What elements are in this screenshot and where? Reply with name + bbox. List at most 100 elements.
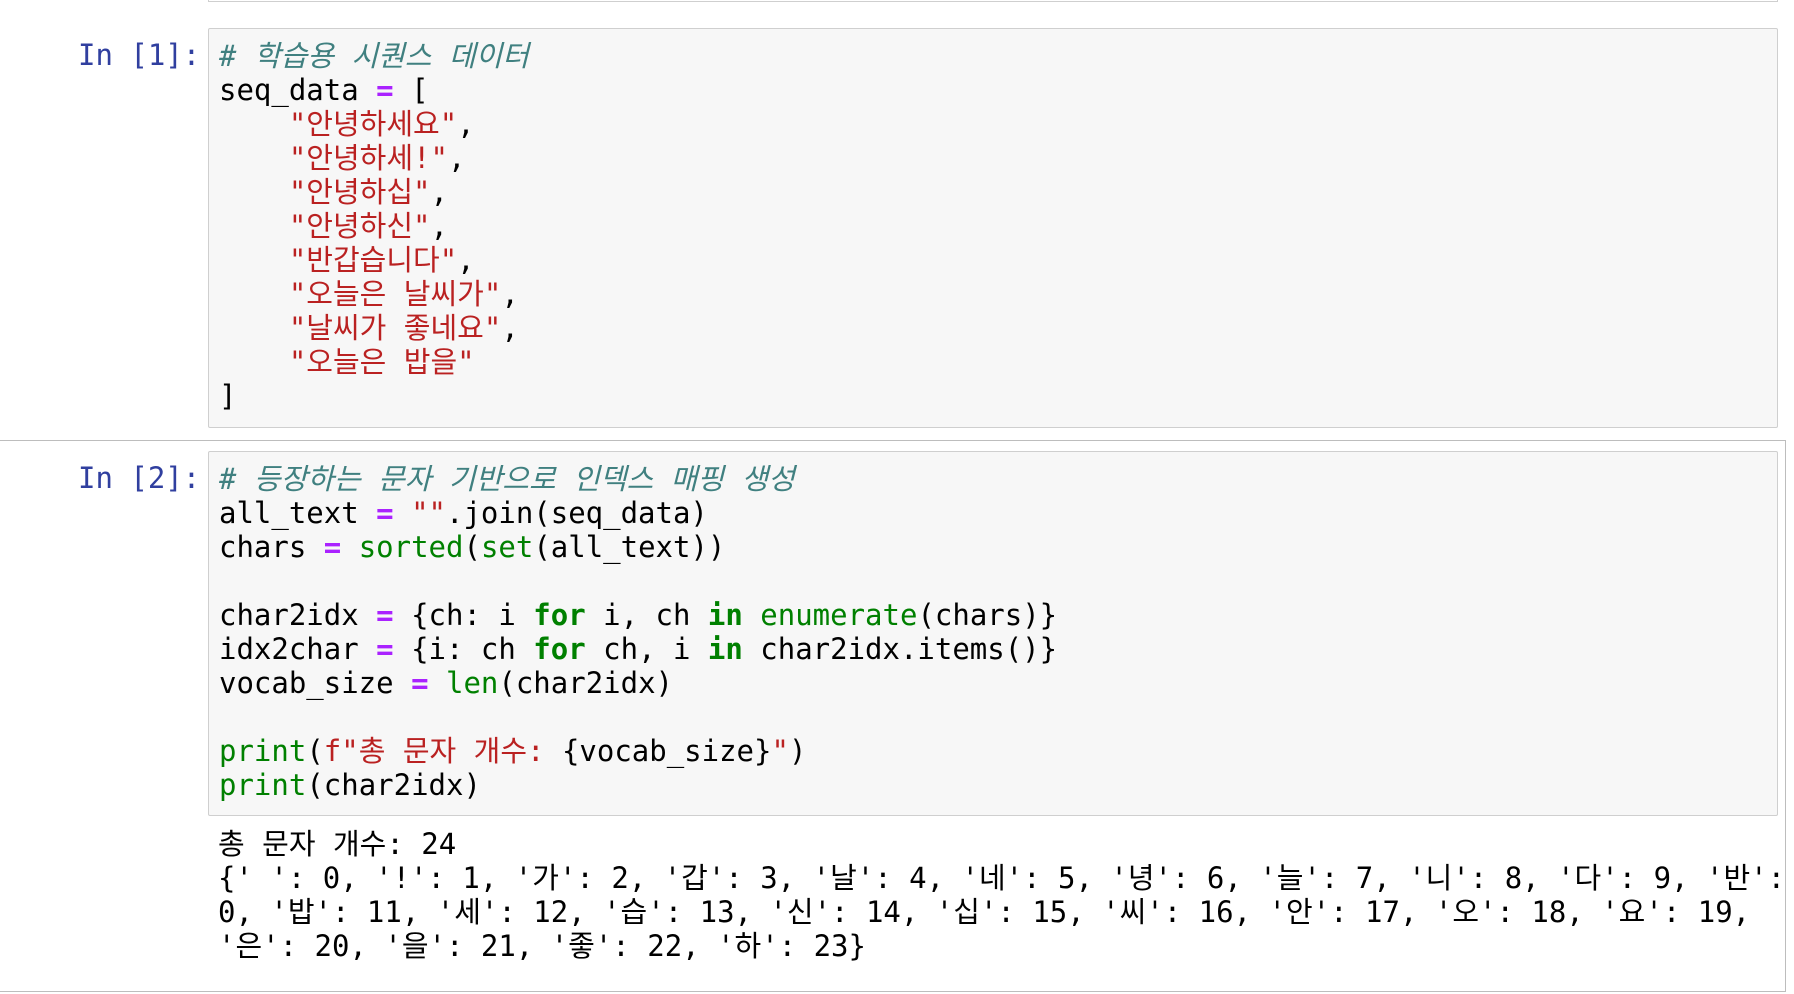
code-token: ,	[447, 141, 466, 175]
code-token: for	[533, 598, 586, 632]
code-token: ,	[501, 277, 519, 311]
code-token: in	[707, 632, 743, 666]
output-line: 0, '밥': 11, '세': 12, '습': 13, '신': 14, '…	[218, 895, 1751, 929]
code-line: ]	[219, 379, 1777, 413]
code-token: {vocab_size}	[561, 734, 772, 768]
code-token: {ch: i	[393, 598, 534, 632]
code-token: seq_data	[219, 73, 377, 107]
code-line: "반갑습니다",	[219, 243, 1777, 277]
output-line: '은': 20, '을': 21, '좋': 22, '하': 23}	[218, 929, 866, 963]
code-token: char2idx.items()}	[742, 632, 1058, 666]
code-line: print(char2idx)	[219, 768, 1777, 802]
code-line: "안녕하신",	[219, 209, 1777, 243]
code-token: ch, i	[585, 632, 708, 666]
code-token: =	[376, 73, 394, 107]
code-token: enumerate	[760, 598, 918, 632]
code-token: idx2char	[219, 632, 377, 666]
cell-2-prompt: In [2]:	[78, 461, 201, 495]
code-token: "	[771, 734, 789, 768]
cell-2-code-input[interactable]: # 등장하는 문자 기반으로 인덱스 매핑 생성 all_text = "".jo…	[208, 451, 1778, 816]
code-token: (	[463, 530, 481, 564]
code-token: =	[376, 598, 394, 632]
code-token: ,	[501, 311, 519, 345]
code-line: seq_data = [	[219, 73, 1777, 107]
code-token: len	[446, 666, 499, 700]
code-line: idx2char = {i: ch for ch, i in char2idx.…	[219, 632, 1777, 666]
cell-1-prompt: In [1]:	[78, 38, 201, 72]
output-line: 총 문자 개수: 24	[218, 827, 457, 861]
code-token: print	[219, 768, 307, 802]
code-token: f"총 문자 개수:	[323, 734, 562, 768]
code-token: for	[533, 632, 586, 666]
code-token: set	[480, 530, 534, 564]
output-line: {' ': 0, '!': 1, '가': 2, '갑': 3, '날': 4,…	[218, 861, 1794, 895]
code-line: "오늘은 날씨가",	[219, 277, 1777, 311]
code-line: vocab_size = len(char2idx)	[219, 666, 1777, 700]
code-token: .join(seq_data)	[446, 496, 708, 530]
code-token: "오늘은 날씨가"	[288, 277, 502, 311]
notebook-cell-1[interactable]: In [1]: # 학습용 시퀀스 데이터 seq_data = [ "안녕하세요…	[0, 0, 1794, 436]
cell-1-code-input[interactable]: # 학습용 시퀀스 데이터 seq_data = [ "안녕하세요", "안녕하세…	[208, 28, 1778, 428]
code-token: "안녕하십"	[288, 175, 431, 209]
code-token: (char2idx)	[498, 666, 673, 700]
cell-2-output: 총 문자 개수: 24 {' ': 0, '!': 1, '가': 2, '갑':…	[218, 827, 1794, 963]
code-token: # 학습용 시퀀스 데이터	[219, 39, 529, 73]
code-line: char2idx = {ch: i for i, ch in enumerate…	[219, 598, 1777, 632]
code-token: (all_text))	[533, 530, 726, 564]
code-line: # 학습용 시퀀스 데이터	[219, 39, 1777, 73]
code-token: # 등장하는 문자 기반으로 인덱스 매핑 생성	[219, 462, 795, 496]
code-token: "안녕하신"	[288, 209, 431, 243]
code-token: "안녕하세요"	[288, 107, 458, 141]
code-line: "오늘은 밥을"	[219, 345, 1777, 379]
code-token: =	[411, 666, 429, 700]
code-line: print(f"총 문자 개수: {vocab_size}")	[219, 734, 1777, 768]
code-token: in	[707, 598, 743, 632]
code-token: "반갑습니다"	[288, 243, 458, 277]
code-token: vocab_size	[219, 666, 412, 700]
code-token: ,	[430, 175, 448, 209]
code-token: ,	[457, 107, 475, 141]
code-line: chars = sorted(set(all_text))	[219, 530, 1777, 564]
code-token: (chars)}	[917, 598, 1058, 632]
code-token: [	[393, 73, 429, 107]
code-token: {i: ch	[393, 632, 534, 666]
code-line: # 등장하는 문자 기반으로 인덱스 매핑 생성	[219, 462, 1777, 496]
code-token: =	[376, 632, 394, 666]
code-token: (char2idx)	[306, 768, 481, 802]
code-line: "날씨가 좋네요",	[219, 311, 1777, 345]
code-token: "날씨가 좋네요"	[288, 311, 502, 345]
code-token: ,	[430, 209, 448, 243]
notebook-cell-2[interactable]: In [2]: # 등장하는 문자 기반으로 인덱스 매핑 생성 all_text…	[0, 440, 1786, 992]
code-token: ]	[219, 379, 237, 413]
code-line: "안녕하십",	[219, 175, 1777, 209]
code-line: "안녕하세!",	[219, 141, 1777, 175]
code-token: =	[376, 496, 394, 530]
code-token: "오늘은 밥을"	[288, 345, 475, 379]
code-token: print	[219, 734, 307, 768]
code-token: sorted	[358, 530, 464, 564]
code-token: "안녕하세!"	[288, 141, 448, 175]
code-token: char2idx	[219, 598, 377, 632]
code-line: "안녕하세요",	[219, 107, 1777, 141]
code-token: =	[323, 530, 342, 564]
code-token: ,	[457, 243, 475, 277]
code-token: chars	[219, 530, 324, 564]
code-token: ""	[411, 496, 446, 530]
code-token: all_text	[219, 496, 377, 530]
code-line: all_text = "".join(seq_data)	[219, 496, 1777, 530]
code-token: )	[788, 734, 807, 768]
